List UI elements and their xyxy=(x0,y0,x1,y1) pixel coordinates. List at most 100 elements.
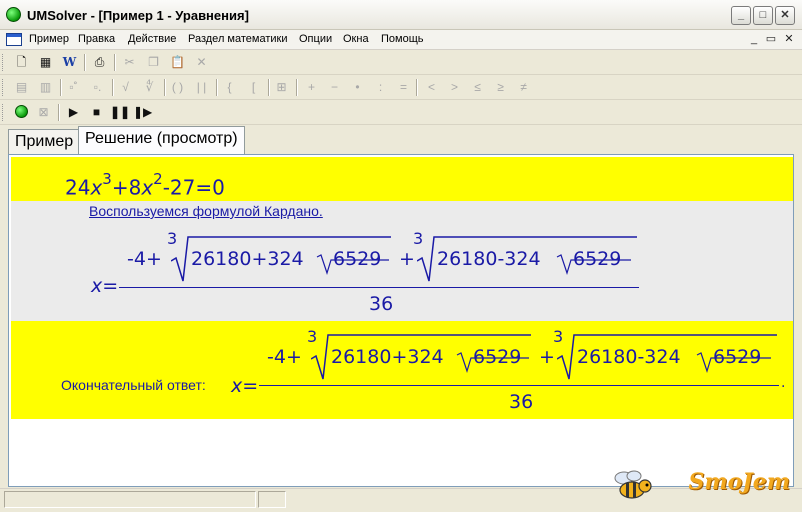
status-bar: SmoJem xyxy=(0,469,802,512)
mdi-minimize-button[interactable]: _ xyxy=(746,32,762,47)
equation: 24x3+8x2-27=0 xyxy=(65,170,225,200)
menu-action[interactable]: Действие xyxy=(128,33,176,45)
calculator-icon[interactable]: ▦ xyxy=(36,53,55,71)
final-answer-label: Окончательный ответ: xyxy=(61,377,206,393)
toolbar-separator xyxy=(58,104,60,121)
menu-windows[interactable]: Окна xyxy=(343,33,369,45)
solve-icon[interactable] xyxy=(12,103,31,121)
matrix-icon[interactable]: ⊞ xyxy=(272,78,291,96)
method-link[interactable]: Воспользуемся формулой Кардано. xyxy=(89,203,323,219)
final-inner-sqrt-1: 6529 xyxy=(473,346,522,368)
toolbar-separator xyxy=(268,79,270,96)
mdi-close-button[interactable]: ✕ xyxy=(781,32,797,47)
final-answer-band: Окончательный ответ: x= -4+ 3 26180+324 … xyxy=(11,321,793,419)
radicand-2: 26180-324 xyxy=(437,248,541,270)
toolbar-separator xyxy=(296,79,298,96)
equation-band: 24x3+8x2-27=0 xyxy=(11,157,793,201)
final-denominator: 36 xyxy=(509,391,534,413)
word-export-icon[interactable]: W xyxy=(60,53,79,71)
app-icon[interactable] xyxy=(6,7,21,22)
toolbar-separator xyxy=(112,79,114,96)
final-plus-sign: + xyxy=(539,346,555,368)
toolbar-main: 🗋 ▦ W ⎙ ✂ ❐ 📋 ✕ xyxy=(0,50,802,75)
less-than-icon[interactable]: < xyxy=(422,78,441,96)
toolbar-grip[interactable] xyxy=(2,79,5,96)
plus-sign: + xyxy=(399,248,415,270)
menu-math-section[interactable]: Раздел математики xyxy=(188,33,287,45)
toolbar-run: ⊠ ▶ ■ ❚❚ ❚▶ xyxy=(0,100,802,125)
final-dot: . xyxy=(781,375,786,391)
greater-than-icon[interactable]: > xyxy=(445,78,464,96)
minus-icon[interactable]: − xyxy=(325,78,344,96)
delete-icon[interactable]: ✕ xyxy=(192,53,211,71)
final-lhs: x= xyxy=(231,375,259,397)
step-icon[interactable]: ❚▶ xyxy=(133,103,152,121)
abs-icon[interactable]: | | xyxy=(192,78,211,96)
denominator: 36 xyxy=(369,293,394,315)
menu-options[interactable]: Опции xyxy=(299,33,332,45)
maximize-button[interactable]: □ xyxy=(753,6,773,25)
stop-icon[interactable]: ■ xyxy=(87,103,106,121)
toolbar-math: ▤ ▥ ▫˚ ▫. √ ∜ ( ) | | { [ ⊞ + − • : = < … xyxy=(0,75,802,100)
title-bar: UMSolver - [Пример 1 - Уравнения] _ □ ✕ xyxy=(0,0,802,30)
toolbar-separator xyxy=(416,79,418,96)
final-inner-sqrt-2: 6529 xyxy=(713,346,762,368)
sqrt-icon[interactable]: √ xyxy=(116,78,135,96)
divide-icon[interactable]: : xyxy=(371,78,390,96)
numerator-prefix: -4+ xyxy=(127,248,162,270)
plus-icon[interactable]: + xyxy=(302,78,321,96)
menu-example[interactable]: Пример xyxy=(29,33,69,45)
final-radicand-2: 26180-324 xyxy=(577,346,681,368)
play-icon[interactable]: ▶ xyxy=(64,103,83,121)
inner-sqrt-1: 6529 xyxy=(333,248,382,270)
formula-lhs: x= xyxy=(91,275,119,297)
status-panel-2 xyxy=(258,491,286,508)
menu-help[interactable]: Помощь xyxy=(381,33,424,45)
pause-icon[interactable]: ❚❚ xyxy=(110,103,130,121)
print-preview-icon[interactable]: ⎙ xyxy=(90,53,109,71)
parentheses-icon[interactable]: ( ) xyxy=(168,78,187,96)
multiply-icon[interactable]: • xyxy=(348,78,367,96)
cut-icon[interactable]: ✂ xyxy=(120,53,139,71)
toolbar-separator xyxy=(164,79,166,96)
watermark-text: SmoJem xyxy=(688,469,790,495)
superscript-icon[interactable]: ▫˚ xyxy=(64,78,83,96)
not-equal-icon[interactable]: ≠ xyxy=(514,78,533,96)
final-radicand-1: 26180+324 xyxy=(331,346,444,368)
brace-icon[interactable]: { xyxy=(220,78,239,96)
nth-root-icon[interactable]: ∜ xyxy=(140,78,159,96)
toolbar-separator xyxy=(216,79,218,96)
status-panel-1 xyxy=(4,491,256,508)
tab-solution-view[interactable]: Решение (просмотр) xyxy=(78,126,245,155)
less-equal-icon[interactable]: ≤ xyxy=(468,78,487,96)
excel-export-icon[interactable]: ⊠ xyxy=(34,103,53,121)
paste-icon[interactable]: 📋 xyxy=(168,53,187,71)
toolbar-separator xyxy=(114,54,116,71)
toolbar-separator xyxy=(60,79,62,96)
cardano-band: Воспользуемся формулой Кардано. x= -4+ 3… xyxy=(11,201,793,321)
toolbar-grip[interactable] xyxy=(2,54,5,71)
window-title: UMSolver - [Пример 1 - Уравнения] xyxy=(27,8,249,23)
copy-icon[interactable]: ❐ xyxy=(144,53,163,71)
document-icon[interactable] xyxy=(6,33,22,46)
subscript-icon[interactable]: ▫. xyxy=(88,78,107,96)
final-fraction-bar xyxy=(259,385,779,386)
tab-example[interactable]: Пример xyxy=(8,129,81,155)
tab-bar: Пример Решение (просмотр) xyxy=(0,125,802,155)
menu-bar: Пример Правка Действие Раздел математики… xyxy=(0,30,802,50)
new-file-icon[interactable]: 🗋 xyxy=(12,53,31,71)
menu-edit[interactable]: Правка xyxy=(78,33,115,45)
greater-equal-icon[interactable]: ≥ xyxy=(491,78,510,96)
fraction-bar xyxy=(119,287,639,288)
toolbar-separator xyxy=(84,54,86,71)
inner-sqrt-2: 6529 xyxy=(573,248,622,270)
mdi-restore-button[interactable]: ▭ xyxy=(763,32,779,47)
close-button[interactable]: ✕ xyxy=(775,6,795,25)
equals-icon[interactable]: = xyxy=(394,78,413,96)
fraction-alt-icon[interactable]: ▥ xyxy=(36,78,55,96)
fraction-icon[interactable]: ▤ xyxy=(12,78,31,96)
minimize-button[interactable]: _ xyxy=(731,6,751,25)
bracket-icon[interactable]: [ xyxy=(244,78,263,96)
toolbar-grip[interactable] xyxy=(2,104,5,121)
solution-view: 24x3+8x2-27=0 Воспользуемся формулой Кар… xyxy=(8,154,794,487)
